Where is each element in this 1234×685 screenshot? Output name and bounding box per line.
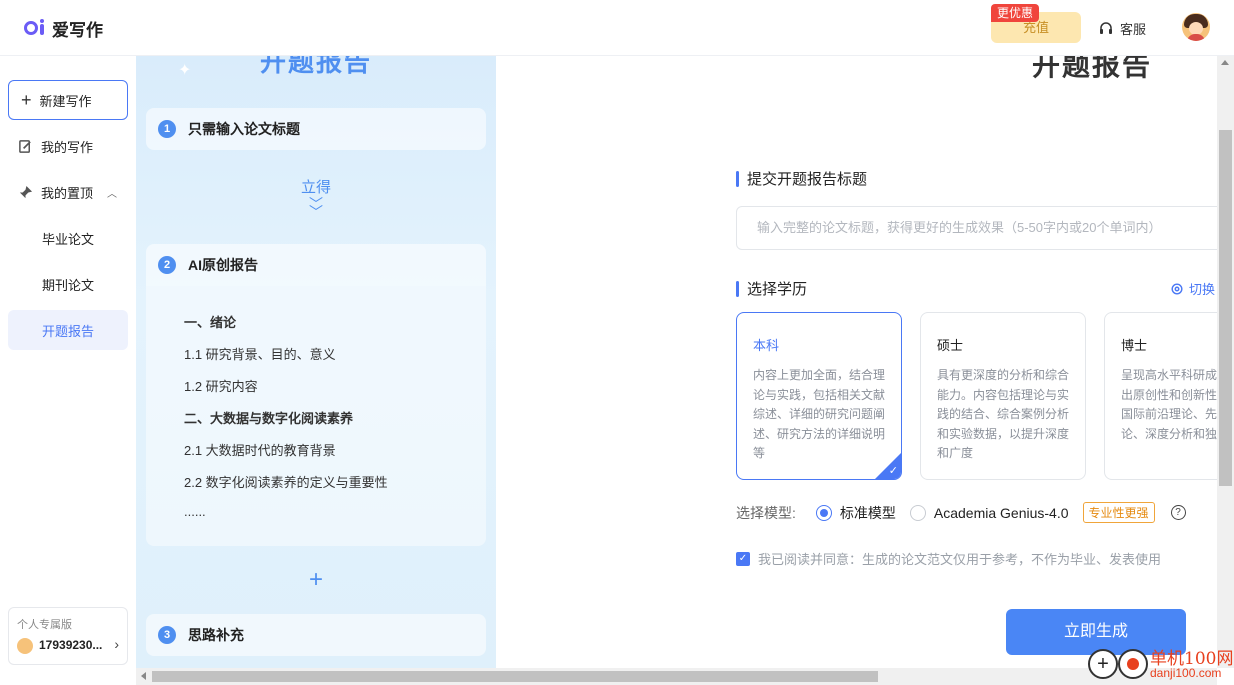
sidebar-item-graduation-thesis[interactable]: 毕业论文: [8, 218, 128, 258]
thesis-title-input[interactable]: 输入完整的论文标题，获得更好的生成效果（5-50字内或20个单词内）: [736, 206, 1217, 250]
outline-item: 一、绪论: [184, 315, 237, 330]
degree-section-heading: 选择学历: [736, 278, 807, 299]
model-selector: 选择模型: 标准模型 Academia Genius-4.0 专业性更强 ?: [736, 502, 1186, 523]
plus-icon: +: [21, 90, 32, 110]
scroll-up-arrow-icon[interactable]: [1221, 60, 1229, 65]
new-writing-button[interactable]: + 新建写作: [8, 80, 128, 120]
degree-name: 硕士: [937, 338, 964, 353]
degree-card-bachelor[interactable]: 本科 内容上更加全面，结合理论与实践，包括相关文献综述、详细的研究问题阐述、研究…: [736, 312, 902, 480]
agree-text: 我已阅读并同意：生成的论文范文仅用于参考，不作为毕业、发表使用: [758, 552, 1162, 567]
top-bar: 爱写作 充值 更优惠 客服: [0, 0, 1234, 56]
account-card[interactable]: 个人专属版 17939230... ›: [8, 607, 128, 665]
agree-checkbox[interactable]: ✓: [736, 551, 750, 566]
title-section-heading: 提交开题报告标题: [736, 168, 867, 189]
sparkle-icon: ✦: [178, 62, 192, 79]
step-number: 2: [158, 256, 176, 274]
degree-card-master[interactable]: 硕士 具有更深度的分析和综合能力。内容包括理论与实践的结合、综合案例分析和实验数…: [920, 312, 1086, 480]
outline-item: 2.2 数字化阅读素养的定义与重要性: [184, 475, 388, 490]
pro-tag: 专业性更强: [1082, 502, 1155, 523]
agreement-row: ✓ 我已阅读并同意：生成的论文范文仅用于参考，不作为毕业、发表使用: [736, 549, 1161, 568]
sidebar-item-proposal-report[interactable]: 开题报告: [8, 310, 128, 350]
degree-name: 本科: [753, 338, 780, 353]
degree-description: 具有更深度的分析和综合能力。内容包括理论与实践的结合、综合案例分析和实验数据，以…: [937, 368, 1070, 460]
settings-icon: [1171, 282, 1183, 295]
vertical-scroll-thumb[interactable]: [1219, 130, 1232, 486]
degree-description: 呈现高水平科研成果，突出原创性和创新性，融合国际前沿理论、先进方法论、深度分析和…: [1121, 368, 1217, 441]
sidebar-item-label: 我的置顶: [41, 185, 94, 201]
step-label: 只需输入论文标题: [188, 121, 300, 137]
sidebar-item-label: 开题报告: [42, 323, 95, 339]
main-form: 开题报告 提交开题报告标题 输入完整的论文标题，获得更好的生成效果（5-50字内…: [496, 56, 1217, 668]
logo-mark-icon: [24, 18, 46, 39]
account-version: 个人专属版: [17, 619, 72, 631]
standard-model-label[interactable]: 标准模型: [840, 503, 896, 523]
double-chevron-down-icon: ﹀ ﹀: [309, 196, 323, 220]
customer-service-button[interactable]: 客服: [1098, 19, 1146, 38]
step-2-card: 2 AI原创报告: [146, 244, 486, 286]
vertical-scrollbar[interactable]: [1217, 56, 1234, 668]
degree-card-doctor[interactable]: 博士 呈现高水平科研成果，突出原创性和创新性，融合国际前沿理论、先进方法论、深度…: [1104, 312, 1217, 480]
outline-item: 1.2 研究内容: [184, 379, 258, 394]
user-avatar[interactable]: [1182, 13, 1210, 41]
outline-item: 二、大数据与数字化阅读素养: [184, 411, 354, 426]
switch-button[interactable]: 切换: [1170, 279, 1215, 298]
help-icon[interactable]: ?: [1170, 505, 1186, 520]
degree-description: 内容上更加全面，结合理论与实践，包括相关文献综述、详细的研究问题阐述、研究方法的…: [753, 368, 886, 460]
scroll-left-arrow-icon[interactable]: [141, 672, 146, 680]
page-title: 开题报告: [1032, 56, 1153, 81]
section-label: 提交开题报告标题: [747, 171, 868, 188]
step-number: 3: [158, 626, 176, 644]
watermark-dot-icon: [1118, 649, 1148, 679]
step-3-card: 3 思路补充: [146, 614, 486, 656]
horizontal-scroll-thumb[interactable]: [152, 671, 878, 682]
sidebar-item-label: 毕业论文: [42, 231, 95, 247]
service-label: 客服: [1120, 22, 1147, 37]
app-logo[interactable]: 爱写作: [24, 16, 103, 41]
sidebar-item-label: 期刊论文: [42, 277, 95, 293]
academia-genius-label[interactable]: Academia Genius-4.0: [934, 505, 1069, 521]
headset-icon: [1100, 21, 1112, 34]
outline-card: 一、绪论 1.1 研究背景、目的、意义 1.2 研究内容 二、大数据与数字化阅读…: [146, 286, 486, 546]
sidebar-item-journal-paper[interactable]: 期刊论文: [8, 264, 128, 304]
step-label: AI原创报告: [188, 257, 258, 273]
outline-item: 1.1 研究背景、目的、意义: [184, 347, 336, 362]
switch-label: 切换: [1189, 282, 1216, 297]
add-icon: +: [308, 566, 323, 593]
lide-text: 立得: [300, 179, 331, 196]
model-label: 选择模型:: [736, 504, 796, 521]
step-1-card: 1 只需输入论文标题: [146, 108, 486, 150]
sidebar-item-pinned[interactable]: 我的置顶 ︿: [8, 172, 128, 212]
intro-panel: 开题报告 ✦ 1 只需输入论文标题 立得 ﹀ ﹀ 2 AI原创报告 一、绪论 1.…: [136, 56, 496, 668]
academia-genius-radio[interactable]: [909, 504, 926, 521]
section-bar: [736, 280, 739, 297]
watermark-logo: + 单机100网 danji100.com: [1088, 642, 1234, 685]
standard-model-radio[interactable]: [815, 504, 832, 521]
step-number: 1: [158, 120, 176, 138]
account-user-id: 17939230...: [39, 638, 103, 652]
edit-icon: [19, 139, 31, 153]
watermark-plus-icon: +: [1088, 649, 1118, 679]
watermark-url: danji100.com: [1150, 666, 1222, 680]
section-label: 选择学历: [747, 281, 808, 298]
horizontal-scrollbar[interactable]: [136, 668, 1217, 685]
new-writing-label: 新建写作: [39, 93, 92, 109]
account-avatar: [17, 638, 33, 654]
outline-item: ......: [184, 504, 206, 519]
sidebar-item-my-writing[interactable]: 我的写作: [8, 126, 128, 166]
degree-name: 博士: [1121, 338, 1148, 353]
app-name: 爱写作: [52, 21, 103, 40]
section-bar: [736, 170, 739, 187]
chevron-right-icon: ›: [114, 636, 119, 652]
step-label: 思路补充: [188, 627, 244, 643]
sidebar: + 新建写作 我的写作 我的置顶 ︿ 毕业论文 期刊论文 开题报告 个人专属版 …: [0, 56, 136, 685]
check-icon: ✓: [888, 465, 898, 477]
outline-item: 2.1 大数据时代的教育背景: [184, 443, 336, 458]
pin-icon: [19, 185, 33, 198]
chevron-up-icon: ︿: [107, 188, 118, 200]
sidebar-item-label: 我的写作: [41, 139, 94, 155]
promo-badge: 更优惠: [991, 4, 1040, 22]
